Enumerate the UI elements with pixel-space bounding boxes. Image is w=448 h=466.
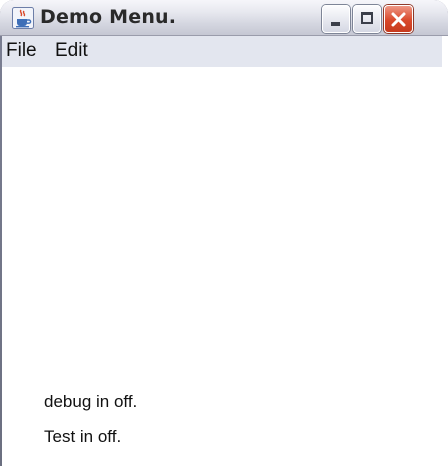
maximize-button[interactable] xyxy=(353,5,381,33)
minimize-icon xyxy=(331,22,340,26)
app-window: Demo Menu. File Edit debug in off. Test … xyxy=(0,0,448,466)
test-status-label: Test in off. xyxy=(44,427,122,446)
title-bar[interactable]: Demo Menu. xyxy=(0,0,448,36)
window-title: Demo Menu. xyxy=(40,6,177,28)
debug-status-label: debug in off. xyxy=(44,392,138,411)
close-button[interactable] xyxy=(384,5,413,33)
menu-bar: File Edit xyxy=(2,36,442,67)
content-pane: File Edit debug in off. Test in off. xyxy=(2,36,442,466)
java-cup-icon xyxy=(12,7,34,29)
menu-file[interactable]: File xyxy=(4,39,39,63)
minimize-button[interactable] xyxy=(322,5,350,33)
menu-edit[interactable]: Edit xyxy=(53,39,90,63)
window-right-edge xyxy=(442,36,448,466)
close-icon xyxy=(391,12,406,27)
maximize-icon xyxy=(361,12,373,24)
